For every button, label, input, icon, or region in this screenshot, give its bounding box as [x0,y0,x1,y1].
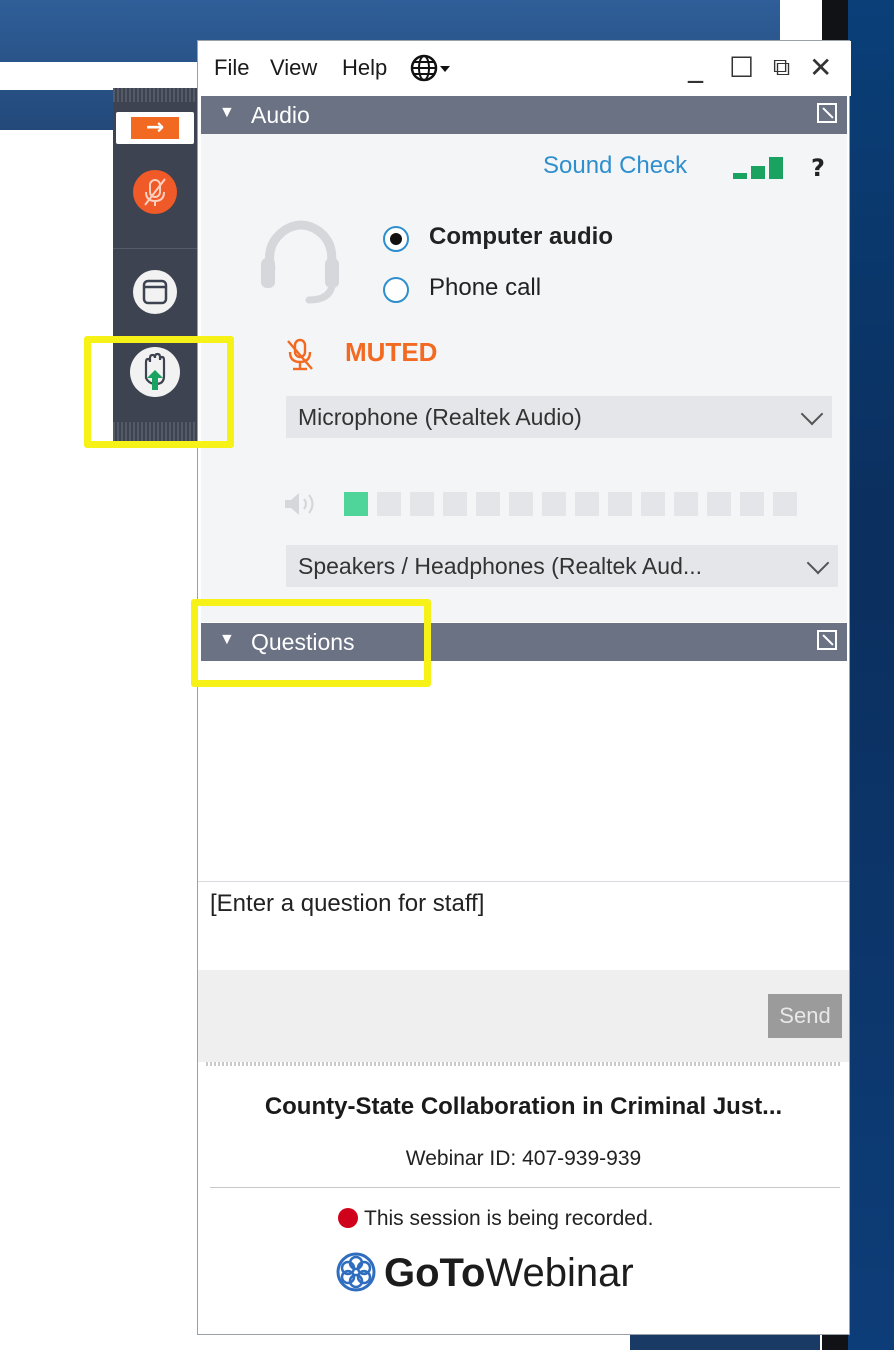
collapse-triangle-icon: ▼ [219,104,235,121]
webinar-footer: County-State Collaboration in Criminal J… [198,1069,849,1334]
popout-icon[interactable] [817,630,837,650]
minimize-button[interactable]: _ [688,49,703,84]
speakers-select[interactable]: Speakers / Headphones (Realtek Aud... [286,545,838,587]
highlight-questions [191,599,431,687]
popout-icon[interactable] [817,103,837,123]
microphone-muted-icon [287,338,313,371]
webinar-title: County-State Collaboration in Criminal J… [264,1093,783,1120]
audio-help-button[interactable]: ? [811,154,825,182]
speakers-select-value: Speakers / Headphones (Realtek Aud... [298,553,703,579]
screen-icon [133,270,177,314]
strip-divider [113,248,197,249]
mute-toggle-button[interactable] [123,160,187,224]
menu-view[interactable]: View [270,55,317,81]
muted-status: MUTED [345,337,438,367]
screen-viewer-button[interactable] [123,260,187,324]
sound-check-link[interactable]: Sound Check [543,152,687,180]
audio-panel-title: Audio [251,102,310,128]
collapse-panel-button[interactable]: → [116,112,194,144]
background-window-strip [0,62,210,90]
menu-help[interactable]: Help [342,55,387,81]
menu-bar: File View Help _ ☐ ⧉ ✕ [198,41,851,96]
arrow-right-icon: → [131,117,179,139]
taskbar-fragment [630,1335,820,1350]
microphone-select[interactable]: Microphone (Realtek Audio) [286,396,832,438]
recording-text: This session is being recorded. [364,1207,654,1230]
send-button[interactable]: Send [768,994,842,1038]
gotowebinar-flower-icon [336,1252,376,1292]
highlight-raise-hand [84,336,234,448]
chevron-down-icon [800,402,824,426]
language-button[interactable] [410,53,468,87]
desktop-background [848,0,894,1350]
question-input-placeholder: [Enter a question for staff] [210,890,485,917]
radio-phone-call[interactable] [383,277,409,303]
headset-icon [261,220,339,304]
restore-button[interactable]: ⧉ [773,53,790,81]
chevron-down-icon [806,551,830,575]
gotowebinar-logo: GoToWebinar [336,1251,634,1296]
send-area: Send [198,970,849,1062]
globe-icon [410,54,450,82]
recording-notice: This session is being recorded. [338,1207,653,1231]
signal-strength-icon [733,155,789,179]
gotowebinar-window: File View Help _ ☐ ⧉ ✕ ▼ Audio Sound Che… [197,40,851,1335]
strip-grip-top[interactable] [113,88,197,102]
radio-computer-audio[interactable] [383,226,409,252]
webinar-id: Webinar ID: 407-939-939 [405,1147,642,1170]
question-input[interactable]: [Enter a question for staff] [198,881,849,971]
audio-panel-header[interactable]: ▼ Audio [201,96,847,134]
close-button[interactable]: ✕ [809,51,832,84]
resize-grip[interactable] [206,1062,841,1066]
brand-goto: GoTo [384,1251,486,1295]
speaker-icon [285,493,314,515]
menu-file[interactable]: File [214,55,249,81]
computer-audio-label[interactable]: Computer audio [429,223,613,251]
microphone-select-value: Microphone (Realtek Audio) [298,404,582,430]
audio-panel-body: Sound Check ? Computer audio Phone call … [201,134,847,622]
recording-dot-icon [338,1208,358,1228]
phone-call-label[interactable]: Phone call [429,274,541,302]
footer-divider [210,1187,840,1188]
microphone-muted-icon [133,170,177,214]
maximize-button[interactable]: ☐ [729,51,754,84]
brand-webinar: Webinar [485,1251,634,1295]
questions-log [201,663,847,878]
